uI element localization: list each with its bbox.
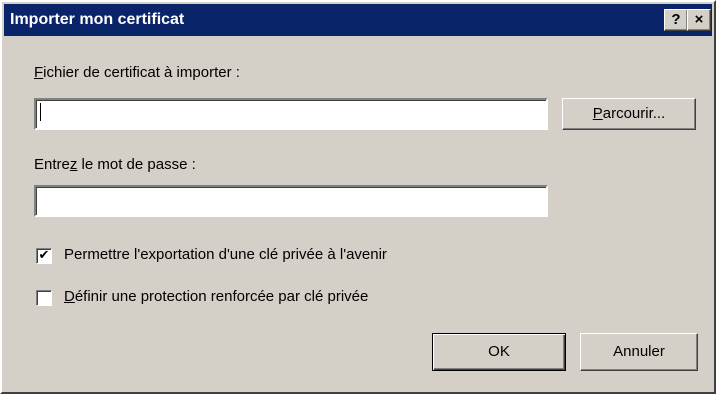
certificate-file-label-accesskey: F — [34, 64, 44, 81]
password-label-prefix: Entre — [34, 156, 70, 173]
checkmark-icon: ✔ — [38, 248, 50, 263]
ok-button[interactable]: OK — [432, 333, 566, 371]
import-certificate-dialog: Importer mon certificat ? × Fichier de c… — [0, 0, 716, 394]
certificate-file-input[interactable] — [34, 98, 548, 130]
browse-button[interactable]: Parcourir... — [562, 98, 696, 130]
strong-protection-checkbox[interactable] — [36, 290, 52, 306]
title-bar[interactable]: Importer mon certificat ? × — [4, 4, 712, 36]
browse-button-accesskey: P — [592, 105, 603, 122]
password-input[interactable] — [34, 185, 548, 217]
window-title: Importer mon certificat — [10, 11, 185, 28]
browse-button-label: arcourir... — [602, 105, 666, 122]
certificate-file-label-text: ichier de certificat à importer : — [43, 64, 240, 81]
strong-protection-label[interactable]: Définir une protection renforcée par clé… — [64, 288, 368, 305]
strong-protection-text: éfinir une protection renforcée par clé … — [74, 288, 369, 305]
export-key-label[interactable]: Permettre l'exportation d'une clé privée… — [64, 246, 387, 263]
help-button[interactable]: ? — [664, 9, 688, 31]
strong-protection-accesskey: D — [64, 288, 75, 305]
text-caret — [40, 103, 41, 122]
export-key-checkbox[interactable]: ✔ — [36, 248, 52, 264]
password-label: Entrez le mot de passe : — [34, 156, 196, 173]
password-label-suffix: le mot de passe : — [77, 156, 196, 173]
close-button[interactable]: × — [687, 9, 711, 31]
cancel-button[interactable]: Annuler — [580, 333, 698, 371]
certificate-file-label: Fichier de certificat à importer : — [34, 64, 240, 81]
